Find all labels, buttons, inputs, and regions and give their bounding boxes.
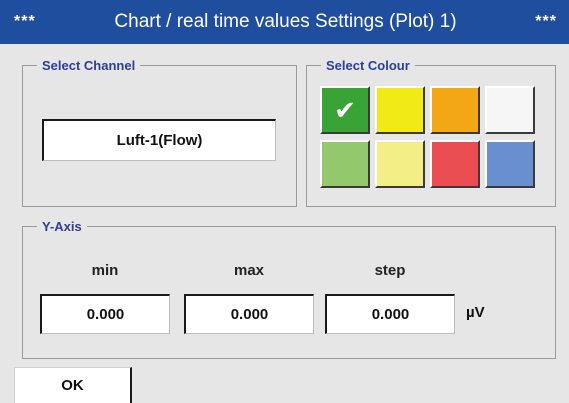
channel-select-field[interactable]: Luft-1(Flow) — [42, 119, 276, 161]
y-max-input[interactable]: 0.000 — [184, 294, 314, 334]
min-label: min — [91, 262, 119, 279]
y-step-input[interactable]: 0.000 — [325, 294, 455, 334]
select-channel-group: Select Channel Luft-1(Flow) — [22, 58, 297, 207]
y-axis-group: Y-Axis min max step 0.000 0.000 0.000 µV — [22, 219, 556, 359]
colour-swatch[interactable] — [485, 140, 535, 188]
title-stars-left: *** — [14, 13, 36, 30]
settings-panel: Select Channel Luft-1(Flow) Select Colou… — [0, 44, 569, 403]
select-colour-group: Select Colour ✔ — [306, 58, 556, 207]
colour-swatch[interactable] — [375, 86, 425, 134]
title-bar: *** Chart / real time values Settings (P… — [0, 0, 569, 44]
colour-swatch[interactable]: ✔ — [320, 86, 370, 134]
unit-label: µV — [466, 304, 485, 321]
colour-swatch[interactable] — [375, 140, 425, 188]
window-title: Chart / real time values Settings (Plot)… — [114, 11, 457, 32]
title-stars-right: *** — [535, 13, 557, 30]
y-min-input[interactable]: 0.000 — [40, 294, 170, 334]
colour-swatch[interactable] — [485, 86, 535, 134]
select-channel-legend: Select Channel — [42, 58, 136, 73]
check-icon: ✔ — [334, 95, 356, 125]
step-label: step — [374, 262, 406, 279]
colour-swatch[interactable] — [430, 86, 480, 134]
select-colour-legend: Select Colour — [326, 58, 410, 73]
max-label: max — [233, 262, 265, 279]
colour-swatch[interactable] — [430, 140, 480, 188]
y-axis-legend: Y-Axis — [42, 219, 82, 234]
colour-swatch[interactable] — [320, 140, 370, 188]
ok-button[interactable]: OK — [14, 367, 132, 403]
